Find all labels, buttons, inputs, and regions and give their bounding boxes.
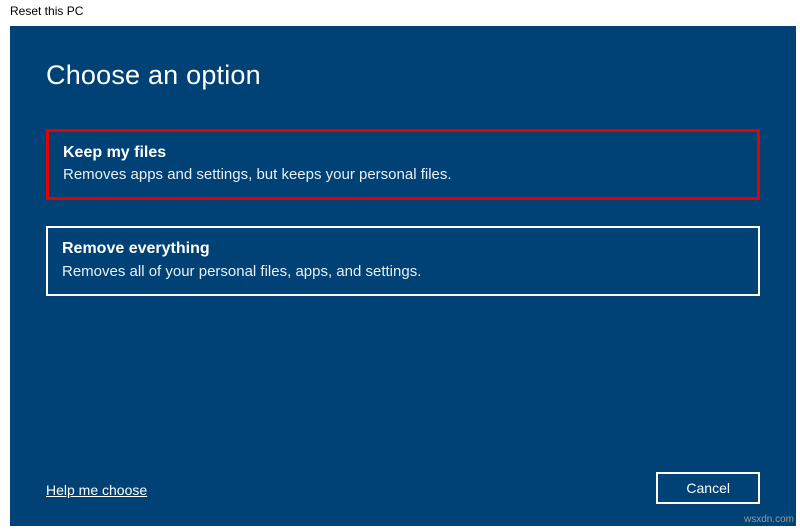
option-description: Removes all of your personal files, apps…: [62, 261, 744, 282]
option-title: Remove everything: [62, 238, 744, 260]
option-description: Removes apps and settings, but keeps you…: [63, 164, 743, 185]
option-keep-my-files[interactable]: Keep my files Removes apps and settings,…: [46, 129, 760, 200]
help-me-choose-link[interactable]: Help me choose: [46, 482, 147, 504]
window-titlebar: Reset this PC: [0, 0, 800, 26]
reset-dialog: Choose an option Keep my files Removes a…: [10, 26, 796, 526]
spacer: [46, 322, 760, 472]
cancel-button[interactable]: Cancel: [656, 472, 760, 504]
dialog-footer: Help me choose Cancel: [46, 472, 760, 504]
option-remove-everything[interactable]: Remove everything Removes all of your pe…: [46, 226, 760, 295]
option-title: Keep my files: [63, 142, 743, 164]
window-title: Reset this PC: [10, 4, 83, 18]
watermark: wsxdn.com: [744, 514, 794, 525]
dialog-heading: Choose an option: [46, 60, 760, 91]
